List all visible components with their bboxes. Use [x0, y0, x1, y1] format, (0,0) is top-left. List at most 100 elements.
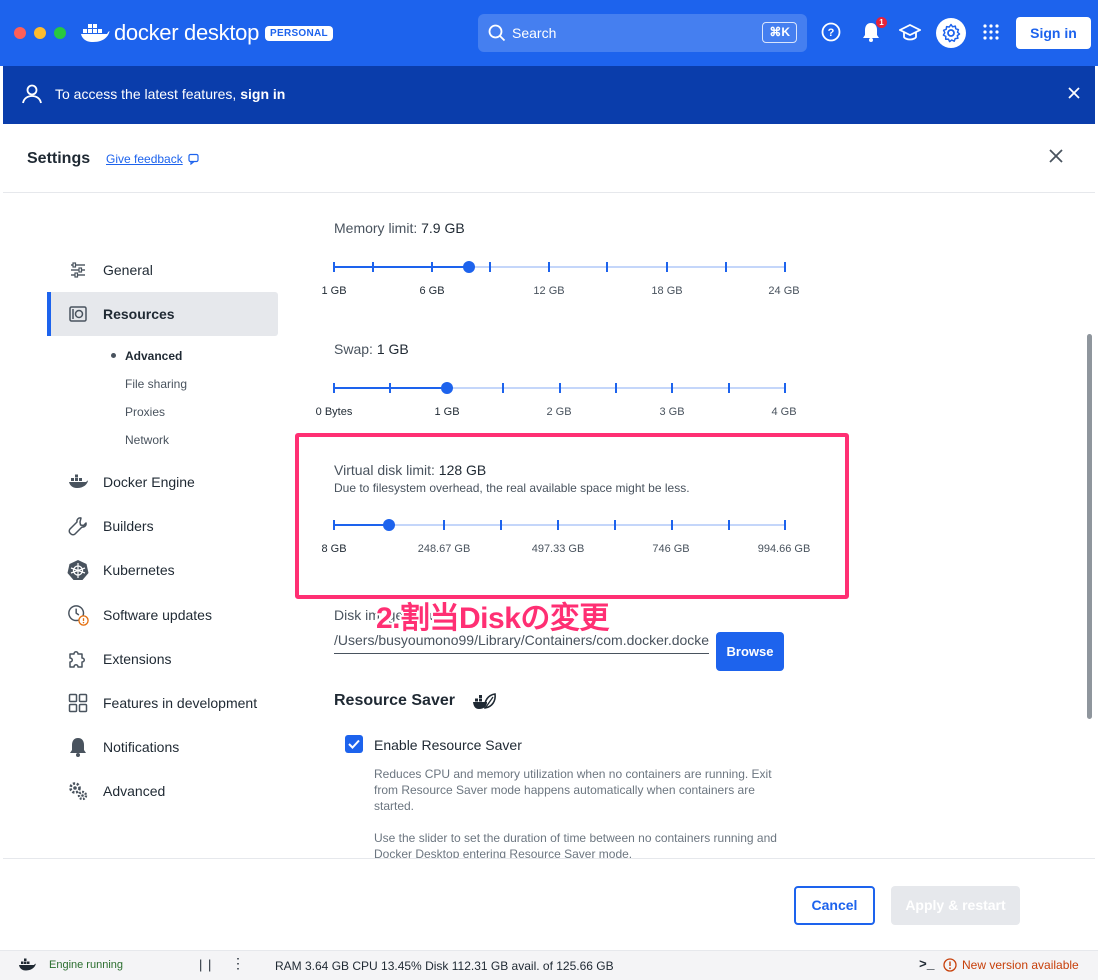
- sidebar-item-resources[interactable]: Resources: [47, 292, 278, 336]
- memory-slider[interactable]: [333, 257, 786, 277]
- learning-center-icon[interactable]: [898, 20, 922, 44]
- annotation-text: 2.割当Diskの変更: [376, 602, 609, 635]
- annotation-highlight-box: [295, 433, 849, 599]
- minimize-window-button[interactable]: [34, 27, 46, 39]
- sidebar-item-label: General: [103, 262, 153, 278]
- sidebar-item-advanced[interactable]: Advanced: [47, 769, 278, 813]
- search-shortcut: ⌘K: [762, 22, 797, 43]
- sidebar-item-extensions[interactable]: Extensions: [47, 637, 278, 681]
- sidebar-item-software-updates[interactable]: Software updates: [47, 593, 278, 637]
- sidebar-item-label: Features in development: [103, 695, 258, 711]
- sub-item-file-sharing[interactable]: File sharing: [125, 377, 187, 391]
- status-bar: Engine running | | ⋮ RAM 3.64 GB CPU 13.…: [0, 950, 1098, 980]
- app-name: docker desktop: [114, 20, 259, 45]
- title-bar: docker desktop PERSONAL Search ⌘K ? 1 Si…: [0, 0, 1098, 66]
- sidebar-item-general[interactable]: General: [47, 248, 278, 292]
- sidebar-item-features-in-development[interactable]: Features in development: [47, 681, 278, 725]
- sign-in-button[interactable]: Sign in: [1016, 17, 1091, 49]
- memory-tick-label: 12 GB: [533, 285, 565, 297]
- sidebar-item-label: Advanced: [103, 783, 166, 799]
- more-options-icon[interactable]: ⋮: [231, 955, 245, 972]
- swap-slider[interactable]: [333, 378, 786, 398]
- swap-label: Swap: 1 GB: [334, 341, 409, 357]
- search-placeholder: Search: [512, 25, 557, 41]
- close-icon[interactable]: [1067, 86, 1081, 100]
- memory-tick-label: 6 GB: [419, 285, 445, 297]
- terminal-button[interactable]: >_: [919, 957, 935, 972]
- sub-item-advanced[interactable]: Advanced: [125, 349, 182, 363]
- memory-tick-label: 18 GB: [651, 285, 683, 297]
- wrench-icon: [67, 515, 89, 537]
- new-version-link[interactable]: New version available: [943, 958, 1079, 972]
- sub-item-proxies[interactable]: Proxies: [125, 405, 165, 419]
- sidebar-item-label: Resources: [103, 306, 175, 322]
- puzzle-icon: [67, 648, 89, 670]
- swap-tick-label: 3 GB: [659, 406, 685, 418]
- sidebar-item-label: Extensions: [103, 651, 172, 667]
- sidebar-item-builders[interactable]: Builders: [47, 504, 278, 548]
- docker-logo: docker desktop PERSONAL: [80, 18, 333, 48]
- plan-badge: PERSONAL: [265, 25, 333, 41]
- search-icon: [488, 24, 506, 42]
- sub-item-network[interactable]: Network: [125, 433, 169, 447]
- sidebar-item-docker-engine[interactable]: Docker Engine: [47, 460, 278, 504]
- swap-tick-label: 0 Bytes: [315, 406, 353, 418]
- browse-button[interactable]: Browse: [716, 632, 784, 671]
- resource-saver-slider-description: Use the slider to set the duration of ti…: [374, 831, 777, 858]
- helm-icon: [67, 559, 89, 581]
- engine-whale-icon: [19, 958, 36, 971]
- info-alert-icon: [943, 958, 957, 972]
- svg-text:?: ?: [828, 27, 835, 39]
- settings-gear-button[interactable]: [936, 18, 966, 48]
- sidebar-item-label: Software updates: [103, 607, 212, 623]
- settings-sidebar: General Resources Advanced File sharing …: [3, 193, 293, 858]
- user-icon: [22, 84, 42, 104]
- resource-stats: RAM 3.64 GB CPU 13.45% Disk 112.31 GB av…: [275, 959, 614, 973]
- notification-count: 1: [876, 17, 887, 28]
- gear-icon: [942, 23, 961, 43]
- swap-value: 1 GB: [376, 341, 409, 357]
- sidebar-item-notifications[interactable]: Notifications: [47, 725, 278, 769]
- swap-tick-label: 2 GB: [546, 406, 572, 418]
- sidebar-item-label: Docker Engine: [103, 474, 195, 490]
- search-bar[interactable]: Search ⌘K: [478, 14, 807, 52]
- close-settings-icon[interactable]: [1046, 146, 1066, 166]
- disk-image-path-field[interactable]: /Users/busyoumono99/Library/Containers/c…: [334, 632, 709, 654]
- cancel-button[interactable]: Cancel: [794, 886, 875, 925]
- leaf-whale-icon: [472, 693, 496, 709]
- pause-engine-button[interactable]: | |: [199, 957, 212, 972]
- sidebar-item-label: Notifications: [103, 739, 180, 755]
- memory-slider-thumb[interactable]: [463, 261, 475, 273]
- gears-icon: [67, 780, 89, 802]
- whale-logo-icon: [81, 24, 110, 42]
- memory-tick-label: 24 GB: [768, 285, 800, 297]
- close-window-button[interactable]: [14, 27, 26, 39]
- help-icon[interactable]: ?: [819, 20, 843, 44]
- sidebar-item-kubernetes[interactable]: Kubernetes: [47, 548, 278, 592]
- banner-sign-in-link[interactable]: sign in: [240, 86, 285, 102]
- banner-text: To access the latest features,: [55, 86, 241, 102]
- zoom-window-button[interactable]: [54, 27, 66, 39]
- give-feedback-link[interactable]: Give feedback: [106, 152, 200, 166]
- whale-icon: [67, 471, 89, 493]
- page-title: Settings: [27, 150, 91, 167]
- sidebar-item-label: Kubernetes: [103, 562, 175, 578]
- memory-limit-label: Memory limit: 7.9 GB: [334, 220, 465, 236]
- sliders-icon: [67, 259, 89, 281]
- sign-in-banner: To access the latest features, sign in: [3, 66, 1095, 124]
- grid-icon: [67, 692, 89, 714]
- memory-limit-value: 7.9 GB: [421, 220, 465, 236]
- swap-slider-thumb[interactable]: [441, 382, 453, 394]
- checkmark-icon: [348, 739, 360, 749]
- apps-grid-icon[interactable]: [979, 20, 1003, 44]
- resources-icon: [67, 303, 89, 325]
- resources-panel: Memory limit: 7.9 GB 1 GB 6 GB 12 GB 18 …: [293, 193, 1088, 858]
- enable-resource-saver-label[interactable]: Enable Resource Saver: [374, 737, 522, 753]
- apply-restart-button[interactable]: Apply & restart: [891, 886, 1020, 925]
- enable-resource-saver-checkbox[interactable]: [345, 735, 363, 753]
- settings-header: Settings Give feedback: [3, 124, 1095, 193]
- bell-icon: [67, 736, 89, 758]
- engine-status: Engine running: [49, 959, 124, 971]
- settings-scrollbar[interactable]: [1087, 334, 1092, 719]
- sidebar-item-label: Builders: [103, 518, 154, 534]
